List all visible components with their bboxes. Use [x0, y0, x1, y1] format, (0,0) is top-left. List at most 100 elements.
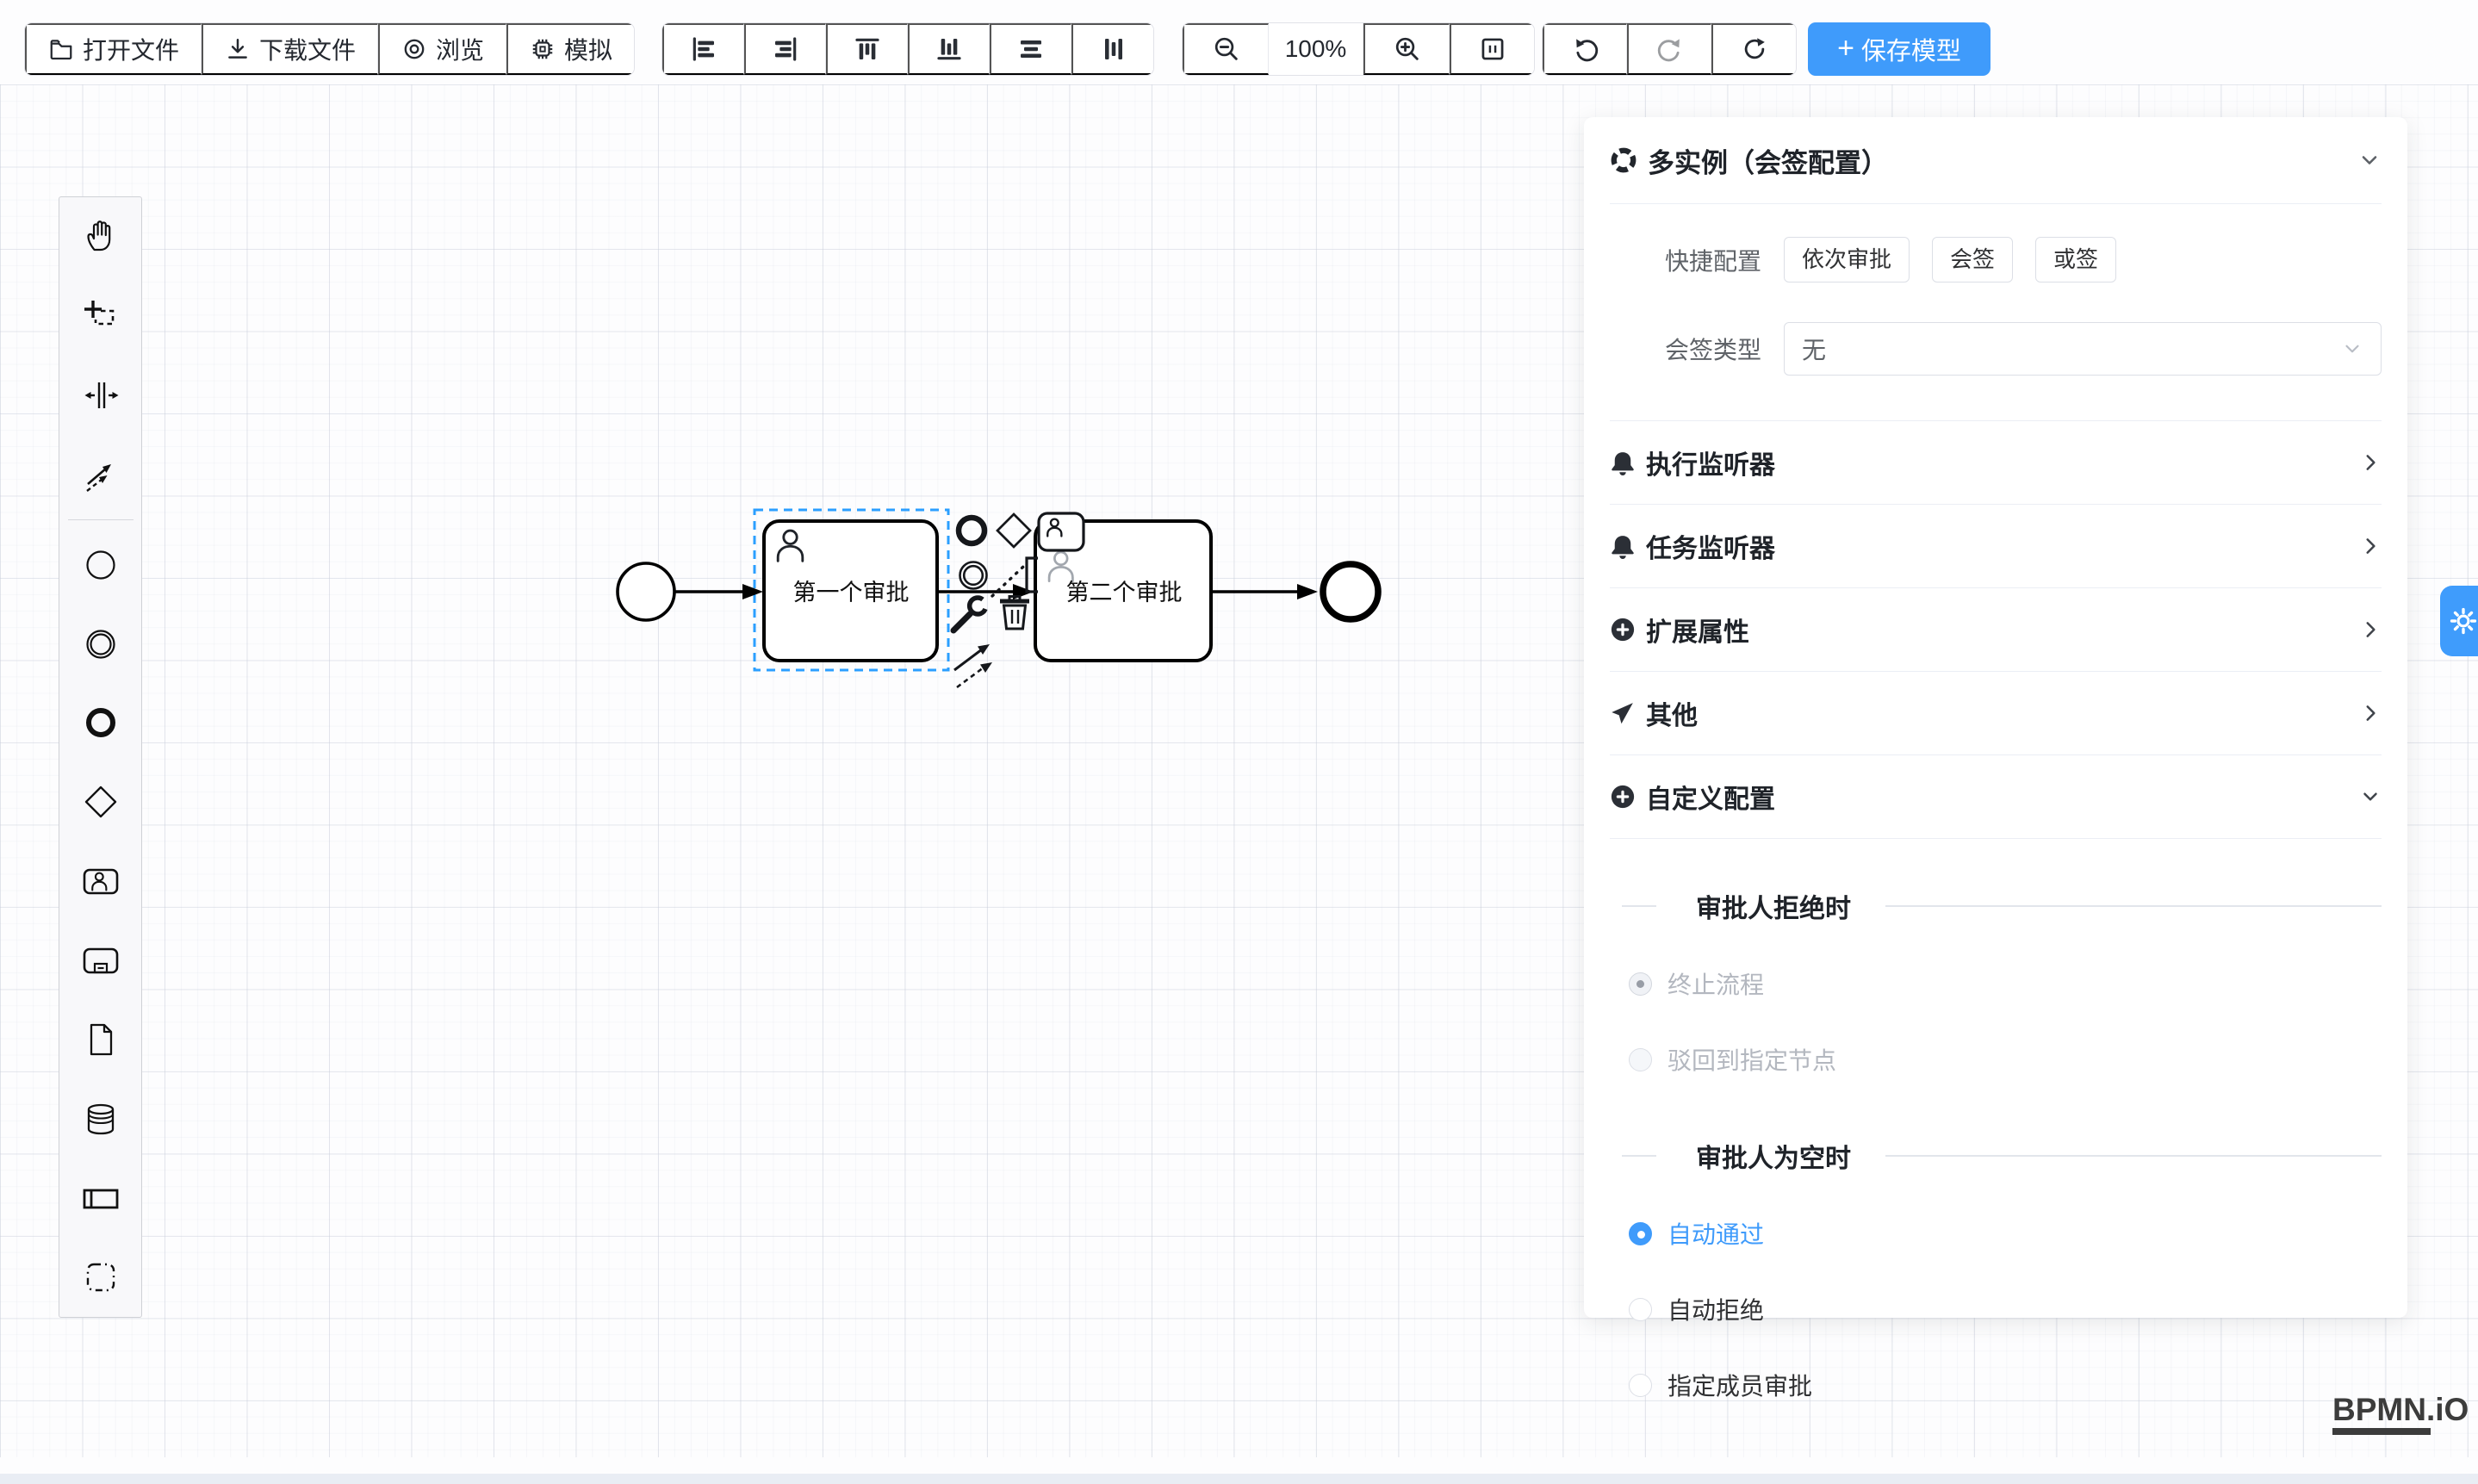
align-center-horizontal-button[interactable] — [990, 23, 1071, 75]
data-store-icon — [81, 1099, 121, 1139]
trash-button[interactable] — [1000, 597, 1029, 630]
lasso-icon — [81, 296, 121, 336]
radio-auto-pass[interactable]: 自动通过 — [1610, 1216, 2382, 1251]
space-tool[interactable] — [59, 356, 141, 435]
restart-button[interactable] — [1711, 23, 1796, 75]
chevron-right-icon — [2359, 702, 2382, 724]
save-model-label: 保存模型 — [1861, 31, 1961, 67]
wrench-button[interactable] — [953, 598, 985, 630]
align-button-group — [661, 22, 1154, 76]
browse-button[interactable]: 浏览 — [378, 23, 506, 75]
align-top-button[interactable] — [826, 23, 908, 75]
space-tool-icon — [81, 376, 121, 415]
append-end-event-button[interactable] — [959, 518, 984, 543]
lasso-tool[interactable] — [59, 276, 141, 356]
connection-icon — [81, 455, 121, 494]
quick-config-row: 快捷配置 依次审批 会签 或签 — [1610, 237, 2382, 283]
create-intermediate-event[interactable] — [59, 605, 141, 684]
create-user-task[interactable] — [59, 841, 141, 921]
multi-instance-icon — [1610, 146, 1637, 174]
zoom-level-display: 100% — [1269, 23, 1363, 75]
fit-viewport-icon — [1479, 35, 1506, 63]
save-model-button[interactable]: + 保存模型 — [1808, 22, 1990, 76]
section-label: 扩展属性 — [1646, 611, 1749, 649]
redo-icon — [1656, 35, 1684, 63]
bottom-scrollbar-track[interactable] — [0, 1474, 2478, 1484]
hand-tool[interactable] — [59, 197, 141, 276]
radio-icon — [1629, 1222, 1652, 1245]
settings-tab[interactable] — [2440, 586, 2478, 656]
panel-header[interactable]: 多实例（会签配置） — [1610, 117, 2382, 204]
section-extension-properties[interactable]: 扩展属性 — [1610, 587, 2382, 671]
align-center-vertical-icon — [1100, 35, 1127, 63]
radio-terminate-process[interactable]: 终止流程 — [1610, 966, 2382, 1001]
align-center-vertical-button[interactable] — [1071, 23, 1153, 75]
create-subprocess[interactable] — [59, 921, 141, 1000]
start-event-icon — [81, 545, 121, 585]
eye-icon — [401, 36, 427, 62]
fit-viewport-button[interactable] — [1450, 23, 1534, 75]
radio-assign-member[interactable]: 指定成员审批 — [1610, 1368, 2382, 1402]
create-group[interactable] — [59, 1238, 141, 1317]
redo-button[interactable] — [1627, 23, 1711, 75]
create-data-store[interactable] — [59, 1079, 141, 1158]
hand-icon — [81, 217, 121, 257]
zoom-level-value: 100% — [1285, 35, 1347, 63]
quick-option-countersign[interactable]: 会签 — [1932, 237, 2013, 283]
restart-icon — [1741, 35, 1768, 63]
create-gateway[interactable] — [59, 762, 141, 841]
open-file-button[interactable]: 打开文件 — [25, 23, 202, 75]
section-label: 其他 — [1646, 694, 1698, 732]
end-event[interactable] — [1323, 564, 1378, 619]
plus-icon: + — [1837, 34, 1854, 63]
append-gateway-button[interactable] — [997, 514, 1030, 547]
palette-separator — [68, 519, 134, 520]
section-execution-listener[interactable]: 执行监听器 — [1610, 420, 2382, 504]
chip-icon — [530, 36, 556, 62]
simulate-button[interactable]: 模拟 — [506, 23, 634, 75]
properties-panel: 多实例（会签配置） 快捷配置 依次审批 会签 或签 会签类型 无 执行监听器 — [1584, 117, 2407, 1318]
zoom-in-button[interactable] — [1363, 23, 1450, 75]
bpmn-palette — [59, 196, 142, 1318]
align-right-button[interactable] — [744, 23, 826, 75]
bpmn-io-logo[interactable]: BPMN.iO — [2332, 1394, 2469, 1435]
align-left-button[interactable] — [662, 23, 744, 75]
section-custom-config[interactable]: 自定义配置 — [1610, 754, 2382, 839]
append-user-task-button[interactable] — [1039, 513, 1084, 550]
radio-label: 指定成员审批 — [1668, 1368, 1812, 1402]
section-label: 执行监听器 — [1646, 444, 1775, 481]
undo-icon — [1572, 35, 1599, 63]
radio-icon — [1629, 972, 1652, 996]
plus-circle-icon — [1610, 784, 1636, 810]
create-data-object[interactable] — [59, 1000, 141, 1079]
user-task-icon — [81, 861, 121, 901]
connect-button[interactable] — [954, 644, 992, 687]
append-intermediate-event-button[interactable] — [960, 562, 987, 589]
simulate-label: 模拟 — [564, 32, 612, 66]
folder-open-icon — [48, 36, 74, 62]
section-other[interactable]: 其他 — [1610, 671, 2382, 754]
quick-option-orsign[interactable]: 或签 — [2035, 237, 2116, 283]
radio-return-to-node[interactable]: 驳回到指定节点 — [1610, 1042, 2382, 1077]
create-start-event[interactable] — [59, 525, 141, 605]
radio-icon — [1629, 1048, 1652, 1071]
section-task-listener[interactable]: 任务监听器 — [1610, 504, 2382, 587]
section-label: 任务监听器 — [1646, 527, 1775, 565]
zoom-out-button[interactable] — [1183, 23, 1269, 75]
global-connect-tool[interactable] — [59, 435, 141, 514]
participant-icon — [81, 1178, 121, 1218]
quick-option-sequential[interactable]: 依次审批 — [1784, 237, 1910, 283]
start-event[interactable] — [618, 563, 674, 620]
quick-config-label: 快捷配置 — [1610, 243, 1761, 277]
gear-icon — [2449, 606, 2478, 636]
download-file-label: 下载文件 — [259, 32, 356, 66]
sign-type-select[interactable]: 无 — [1784, 322, 2382, 376]
radio-label: 终止流程 — [1668, 966, 1764, 1001]
create-participant[interactable] — [59, 1158, 141, 1238]
create-end-event[interactable] — [59, 684, 141, 763]
download-file-button[interactable]: 下载文件 — [202, 23, 378, 75]
radio-auto-reject[interactable]: 自动拒绝 — [1610, 1292, 2382, 1326]
chevron-down-icon[interactable] — [2357, 148, 2382, 172]
undo-button[interactable] — [1543, 23, 1627, 75]
align-bottom-button[interactable] — [908, 23, 990, 75]
